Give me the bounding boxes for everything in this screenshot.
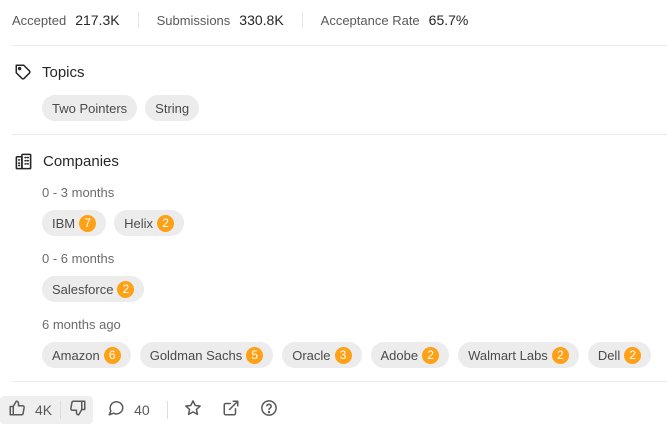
count-badge: 2 [551,346,569,364]
count-badge: 2 [157,214,175,232]
company-name: Adobe [380,347,419,363]
comments-button[interactable]: 40 [107,396,150,424]
topics-title: Topics [42,63,85,81]
period-label: 0 - 3 months [42,185,115,200]
company-group: Salesforce 2 [42,276,145,302]
company-tag[interactable]: IBM 7 [42,210,107,236]
divider [12,134,667,135]
company-tag[interactable]: Oracle 3 [282,342,362,368]
vote-group: 4K [0,396,94,424]
companies-header[interactable]: Companies [14,152,119,171]
acceptance-rate-label: Acceptance Rate [320,12,420,28]
period-label: 6 months ago [42,317,121,332]
count-badge: 2 [422,346,440,364]
like-count: 4K [35,402,53,418]
company-name: Amazon [52,347,100,363]
count-badge: 3 [334,346,352,364]
building-icon [14,152,33,171]
count-badge: 7 [79,214,97,232]
count-badge: 6 [103,346,121,364]
count-badge: 2 [624,346,642,364]
company-tag[interactable]: Adobe 2 [370,342,450,368]
topic-tag[interactable]: String [145,95,200,121]
help-button[interactable] [260,396,278,424]
company-name: Dell [597,347,621,363]
divider [137,12,139,28]
company-name: IBM [52,215,76,231]
company-group: IBM 7 Helix 2 [42,210,185,236]
like-button[interactable]: 4K [0,396,60,424]
comment-icon [107,399,125,422]
stats-bar: Accepted 217.3K Submissions 330.8K Accep… [12,10,468,30]
company-tag[interactable]: Salesforce 2 [42,276,145,302]
topic-tags: Two Pointers String [42,95,200,121]
accepted-value: 217.3K [75,12,120,28]
company-tag[interactable]: Goldman Sachs 5 [139,342,274,368]
help-icon [260,399,278,422]
company-tag[interactable]: Amazon 6 [42,342,131,368]
company-group: Amazon 6 Goldman Sachs 5 Oracle 3 Adobe … [42,342,652,368]
topics-header[interactable]: Topics [14,63,85,81]
star-icon [184,399,202,422]
tag-icon [14,63,32,81]
company-tag[interactable]: Walmart Labs 2 [458,342,579,368]
count-badge: 2 [117,280,135,298]
company-name: Goldman Sachs [149,347,243,363]
period-label: 0 - 6 months [42,251,115,266]
company-name: Walmart Labs [468,347,548,363]
submissions-value: 330.8K [239,12,284,28]
companies-title: Companies [43,153,119,170]
divider [12,381,667,382]
submissions-label: Submissions [156,12,231,28]
company-name: Oracle [292,347,331,363]
topic-tag[interactable]: Two Pointers [42,95,138,121]
company-tag[interactable]: Dell 2 [587,342,652,368]
accepted-label: Accepted [12,12,67,28]
share-icon [222,399,240,422]
divider [166,401,168,419]
acceptance-rate-value: 65.7% [428,12,469,28]
company-name: Salesforce [52,281,114,297]
thumbs-down-icon [69,399,87,422]
dislike-button[interactable] [61,396,93,424]
company-tag[interactable]: Helix 2 [114,210,185,236]
favorite-button[interactable] [184,396,202,424]
action-bar: 4K 40 [0,396,278,424]
thumbs-up-icon [8,399,26,422]
divider [12,45,667,46]
share-button[interactable] [222,396,240,424]
divider [301,12,303,28]
count-badge: 5 [246,346,264,364]
company-name: Helix [124,215,154,231]
comment-count: 40 [134,402,150,418]
